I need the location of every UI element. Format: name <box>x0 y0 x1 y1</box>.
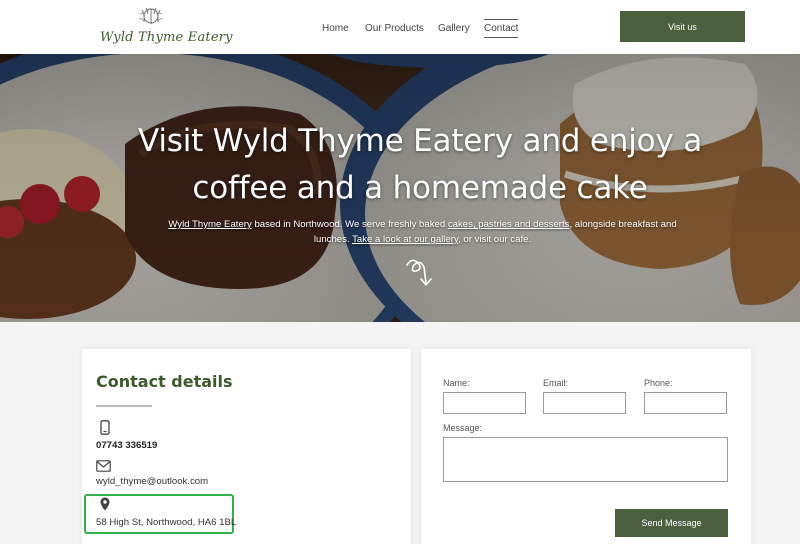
contact-form-card: Name: Email: Phone: Message: Send Messag… <box>421 349 751 544</box>
contact-details-title: Contact details <box>96 372 233 391</box>
title-divider <box>96 405 152 407</box>
nav-home[interactable]: Home <box>322 23 349 34</box>
hero-title: Visit Wyld Thyme Eatery and enjoy a coff… <box>138 123 702 206</box>
hero-description: Wyld Thyme Eatery based in Northwood. We… <box>150 217 695 247</box>
hero-desc-text-1: based in Northwood. We serve freshly bak… <box>251 219 448 230</box>
nav-contact[interactable]: Contact <box>484 23 518 34</box>
site-header: Wyld Thyme Eatery Home Our Products Gall… <box>0 0 800 54</box>
logo-wordmark: Wyld Thyme Eatery <box>100 30 233 45</box>
hero-banner: Visit Wyld Thyme Eatery and enjoy a coff… <box>0 54 800 322</box>
nav-gallery[interactable]: Gallery <box>438 23 470 34</box>
phone-icon <box>100 420 110 435</box>
hero-link-gallery[interactable]: Take a look at our gallery <box>352 234 458 245</box>
email-input[interactable] <box>543 392 626 414</box>
contact-email[interactable]: wyld_thyme@outlook.com <box>96 476 208 487</box>
site-logo[interactable]: Wyld Thyme Eatery <box>98 6 233 48</box>
email-label: Email: <box>543 378 569 388</box>
send-message-button[interactable]: Send Message <box>615 509 728 537</box>
contact-address[interactable]: 58 High St, Northwood, HA6 1BL <box>96 517 236 528</box>
contact-phone[interactable]: 07743 336519 <box>96 440 157 451</box>
thyme-emblem-icon <box>138 7 164 24</box>
message-textarea[interactable] <box>443 437 728 482</box>
message-label: Message: <box>443 423 483 433</box>
nav-our-products[interactable]: Our Products <box>365 23 424 34</box>
nav-active-indicator <box>484 19 518 20</box>
nav-active-underline <box>484 37 518 38</box>
location-pin-icon <box>100 497 110 511</box>
mail-icon <box>96 460 111 472</box>
phone-label: Phone: <box>644 378 673 388</box>
name-input[interactable] <box>443 392 526 414</box>
contact-details-card: Contact details 07743 336519 wyld_thyme@… <box>82 349 411 544</box>
phone-input[interactable] <box>644 392 727 414</box>
name-label: Name: <box>443 378 470 388</box>
hero-desc-text-3: , or visit our cafe. <box>458 234 532 245</box>
hero-link-eatery[interactable]: Wyld Thyme Eatery <box>168 219 251 230</box>
hero-link-cakes[interactable]: cakes, pastries and desserts <box>448 219 570 230</box>
scroll-down-arrow-icon[interactable] <box>402 255 436 289</box>
visit-us-button[interactable]: Visit us <box>620 11 745 42</box>
